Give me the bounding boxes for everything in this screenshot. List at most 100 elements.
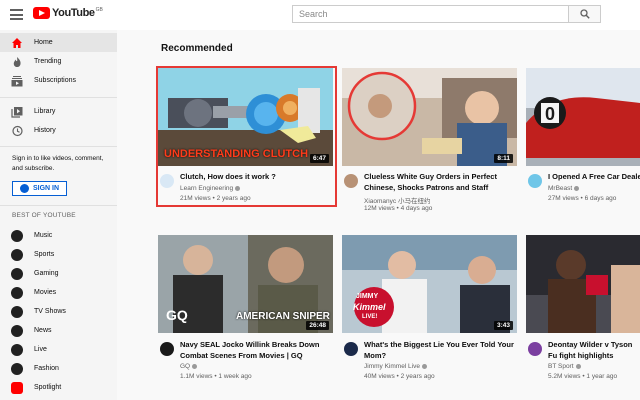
sidebar-item-spotlight[interactable]: Spotlight (0, 378, 117, 397)
verified-icon (574, 185, 580, 191)
video-info: What's the Biggest Lie You Ever Told You… (342, 340, 517, 380)
verified-icon (192, 363, 198, 369)
sidebar-item-label: Trending (34, 58, 62, 65)
account-icon (19, 184, 29, 193)
show-logo-sub: LIVE! (362, 314, 378, 320)
flame-icon (10, 55, 23, 68)
sidebar-item-news[interactable]: News (0, 321, 117, 340)
verified-icon (575, 363, 581, 369)
video-thumbnail[interactable]: 0 (526, 68, 640, 166)
section-title: Recommended (161, 43, 233, 54)
verified-icon (421, 363, 427, 369)
channel-avatar[interactable] (160, 174, 174, 188)
video-meta: 5.2M views • 1 year ago (548, 373, 618, 380)
channel-logo-overlay: GQ (166, 307, 188, 323)
video-meta: 12M views • 4 days ago (364, 205, 433, 212)
video-info: Clutch, How does it work ? Learn Enginee… (158, 172, 333, 208)
sidebar-item-label: History (34, 127, 56, 134)
channel-avatar[interactable] (344, 342, 358, 356)
video-title[interactable]: Deontay Wilder v Tyson Fu fight highligh… (548, 340, 640, 361)
menu-icon[interactable] (10, 9, 23, 20)
video-thumbnail[interactable]: GQ AMERICAN SNIPER 26:48 (158, 235, 333, 333)
video-duration: 8:11 (494, 154, 513, 163)
channel-name[interactable]: Jimmy Kimmel Live (364, 363, 427, 370)
channel-avatar[interactable] (160, 342, 174, 356)
video-duration: 26:48 (306, 321, 329, 330)
history-icon (10, 124, 23, 137)
sidebar-item-library[interactable]: Library (0, 102, 117, 121)
sidebar-item-label: Library (34, 108, 56, 115)
channel-name[interactable]: GQ (180, 363, 198, 370)
sidebar-item-tv-shows[interactable]: TV Shows (0, 302, 117, 321)
sidebar-item-fashion[interactable]: Fashion (0, 359, 117, 378)
channel-name[interactable]: Xiaomanyc 小马在纽约 (364, 195, 430, 205)
video-thumbnail[interactable]: JIMMY Kimmel LIVE! 3:43 (342, 235, 517, 333)
sidebar-item-subscriptions[interactable]: Subscriptions (0, 71, 117, 90)
news-icon (10, 324, 23, 337)
sidebar-item-label: Live (34, 346, 47, 353)
sidebar-item-music[interactable]: Music (0, 226, 117, 245)
video-meta: 27M views • 6 days ago (548, 195, 617, 202)
channel-avatar[interactable] (344, 174, 358, 188)
home-icon (10, 36, 23, 49)
video-duration: 6:47 (309, 154, 329, 163)
verified-icon (235, 185, 241, 191)
youtube-logo[interactable]: YouTube GB (33, 7, 103, 19)
sidebar-item-home[interactable]: Home (0, 33, 117, 52)
show-logo-text: JIMMY (356, 293, 379, 300)
video-title[interactable]: I Opened A Free Car Deale (548, 172, 640, 183)
gaming-icon (10, 267, 23, 280)
channel-name[interactable]: Learn Engineering (180, 185, 241, 192)
thumbnail-caption: UNDERSTANDING CLUTCH (164, 148, 309, 160)
sidebar-item-sports[interactable]: Sports (0, 245, 117, 264)
video-meta: 40M views • 2 years ago (364, 373, 435, 380)
show-logo-name: Kimmel (353, 302, 386, 312)
search-input[interactable] (292, 5, 569, 23)
video-thumbnail[interactable] (526, 235, 640, 333)
video-info: I Opened A Free Car Deale MrBeast 27M vi… (526, 172, 640, 208)
sidebar-item-label: Home (34, 39, 53, 46)
fashion-icon (10, 362, 23, 375)
video-duration: 3:43 (493, 321, 513, 330)
sidebar-item-label: TV Shows (34, 308, 66, 315)
logo-text: YouTube (52, 7, 95, 19)
sidebar-item-label: Spotlight (34, 384, 62, 391)
sidebar-item-label: Subscriptions (34, 77, 77, 84)
channel-avatar[interactable] (528, 174, 542, 188)
channel-avatar[interactable] (528, 342, 542, 356)
video-title[interactable]: Clutch, How does it work ? (180, 172, 330, 183)
sidebar-item-trending[interactable]: Trending (0, 52, 117, 71)
video-title[interactable]: Clueless White Guy Orders in Perfect Chi… (364, 172, 514, 193)
video-thumbnail[interactable]: UNDERSTANDING CLUTCH 6:47 (158, 68, 333, 166)
video-meta: 1.1M views • 1 week ago (180, 373, 252, 380)
live-icon (10, 343, 23, 356)
sidebar-item-movies[interactable]: Movies (0, 283, 117, 302)
signin-button[interactable]: SIGN IN (12, 181, 67, 196)
video-thumbnail[interactable]: 8:11 (342, 68, 517, 166)
search-icon (579, 9, 590, 19)
video-info: Clueless White Guy Orders in Perfect Chi… (342, 172, 517, 212)
sidebar-item-history[interactable]: History (0, 121, 117, 140)
sidebar-divider (0, 97, 117, 98)
sidebar-item-label: Music (34, 232, 53, 239)
sidebar-item-label: News (34, 327, 52, 334)
video-info: Navy SEAL Jocko Willink Breaks Down Comb… (158, 340, 333, 380)
library-icon (10, 105, 23, 118)
search-button[interactable] (569, 5, 601, 23)
sidebar-item-label: Gaming (34, 270, 59, 277)
sidebar-item-label: Sports (34, 251, 55, 258)
sidebar-item-gaming[interactable]: Gaming (0, 264, 117, 283)
sidebar-divider (0, 205, 117, 206)
logo-region: GB (95, 7, 103, 13)
svg-text:0: 0 (545, 104, 555, 124)
sidebar-item-live[interactable]: Live (0, 340, 117, 359)
movies-icon (10, 286, 23, 299)
tv-icon (10, 305, 23, 318)
video-meta: 21M views • 2 years ago (180, 195, 251, 202)
channel-name[interactable]: BT Sport (548, 363, 581, 370)
video-title[interactable]: Navy SEAL Jocko Willink Breaks Down Comb… (180, 340, 330, 361)
video-title[interactable]: What's the Biggest Lie You Ever Told You… (364, 340, 514, 361)
top-bar: YouTube GB (0, 0, 640, 30)
sports-icon (10, 248, 23, 261)
channel-name[interactable]: MrBeast (548, 185, 580, 192)
